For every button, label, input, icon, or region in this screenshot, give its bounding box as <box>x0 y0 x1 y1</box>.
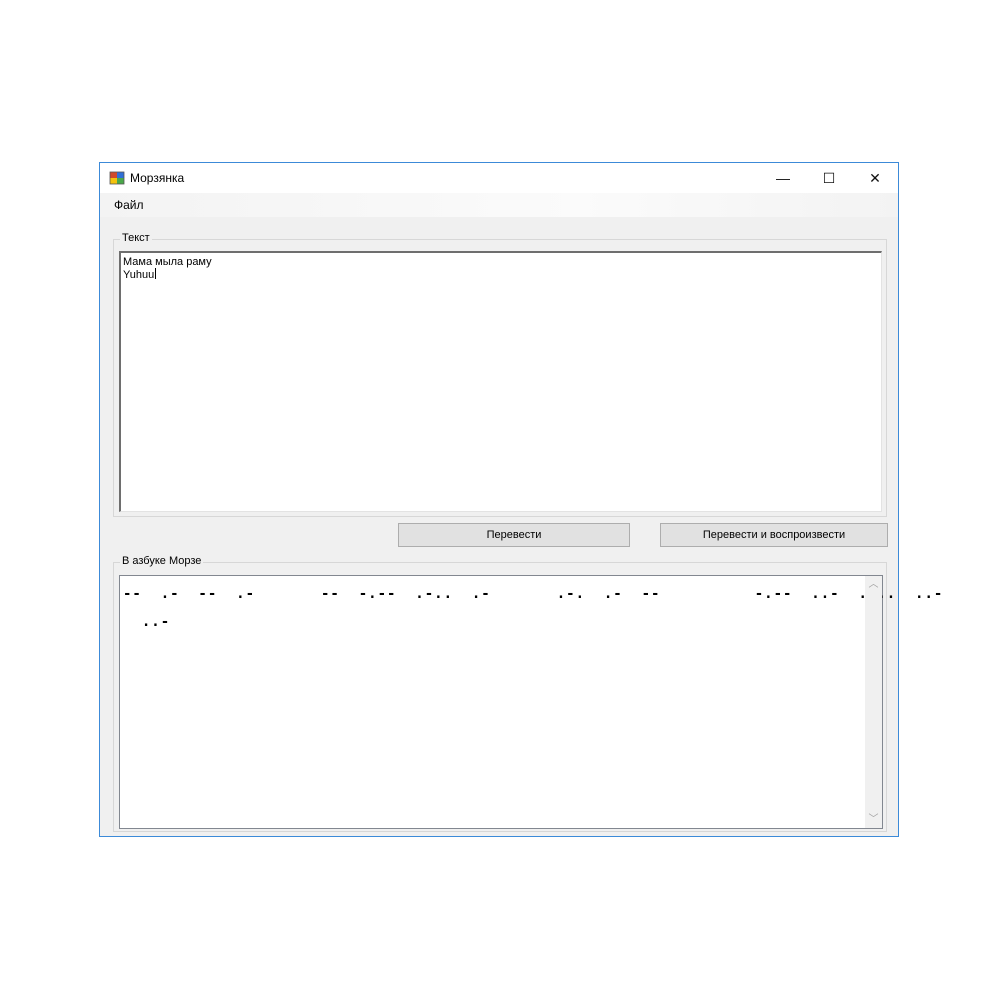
source-text-input[interactable]: Мама мыла раму Yuhuu <box>119 251 882 512</box>
menu-file[interactable]: Файл <box>114 198 144 212</box>
text-line-content: Yuhuu <box>123 269 155 281</box>
app-window: Морзянка — ☐ ✕ Файл Текст Мама мыла раму… <box>99 162 942 837</box>
morse-line: -- .- -- .- -- -.-- .-.. .- .-. .- -- -.… <box>123 586 944 602</box>
morse-output[interactable]: -- .- -- .- -- -.-- .-.. .- .-. .- -- -.… <box>119 575 942 829</box>
input-groupbox: Текст Мама мыла раму Yuhuu <box>113 232 887 517</box>
input-group-label: Текст <box>120 232 152 244</box>
window-title: Морзянка <box>130 171 185 185</box>
output-group-label: В азбуке Морзе <box>120 555 204 567</box>
text-line: Yuhuu <box>123 268 157 281</box>
app-icon <box>109 171 125 185</box>
morse-line: ..- <box>123 614 171 630</box>
output-groupbox: В азбуке Морзе -- .- -- .- -- -.-- .-.. … <box>113 555 942 832</box>
text-caret <box>155 268 157 279</box>
menu-bar: Файл <box>100 193 898 217</box>
translate-play-button[interactable]: Перевести и воспроизвести <box>660 523 888 547</box>
minimize-button[interactable]: — <box>760 163 806 193</box>
maximize-button[interactable]: ☐ <box>806 163 852 193</box>
translate-button[interactable]: Перевести <box>398 523 630 547</box>
close-button[interactable]: ✕ <box>852 163 898 193</box>
chevron-up-icon[interactable]: ︿ <box>865 576 882 593</box>
vertical-scrollbar[interactable]: ︿ ﹀ <box>865 576 882 828</box>
title-bar[interactable]: Морзянка — ☐ ✕ <box>100 163 898 193</box>
chevron-down-icon[interactable]: ﹀ <box>865 811 882 828</box>
text-line: Мама мыла раму <box>123 256 212 268</box>
